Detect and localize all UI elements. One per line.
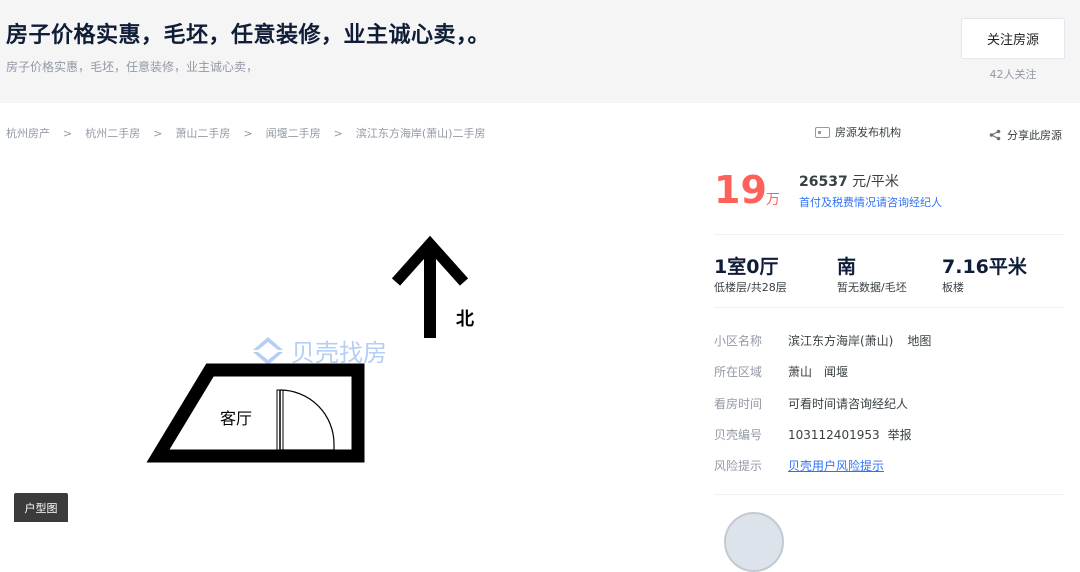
breadcrumb: 杭州房产 > 杭州二手房 > 萧山二手房 > 闻堰二手房 > 滨江东方海岸(萧山)二手房 (6, 125, 485, 141)
floorplan-tag[interactable]: 户型图 (14, 493, 68, 522)
divider (714, 494, 1064, 495)
divider (714, 234, 1064, 235)
door-icon (276, 389, 335, 451)
floorplan-drawing: 北 贝壳找房 客厅 (146, 235, 474, 463)
room-outline (146, 363, 365, 463)
breadcrumb-separator: > (333, 127, 343, 140)
id-card-icon (815, 126, 830, 138)
risk-notice-link[interactable]: 贝壳用户风险提示 (788, 457, 884, 474)
north-label: 北 (456, 309, 474, 330)
total-price-unit: 万 (766, 192, 780, 208)
divider (714, 307, 1064, 308)
share-button[interactable]: 分享此房源 (989, 127, 1062, 143)
visit-time-label: 看房时间 (714, 397, 763, 411)
tax-consult-link[interactable]: 首付及税费情况请咨询经纪人 (799, 194, 942, 210)
district-xiaoshan-link[interactable]: 萧山 (788, 365, 812, 379)
district-label: 所在区域 (714, 365, 763, 379)
breadcrumb-hangzhou-house[interactable]: 杭州房产 (6, 127, 50, 140)
room-layout: 1室0厅 (714, 256, 779, 278)
page-subtitle: 房子价格实惠，毛坯，任意装修，业主诚心卖， (6, 60, 259, 74)
unit-price: 26537 元/平米 (799, 171, 899, 191)
building-type: 板楼 (942, 281, 964, 294)
page-title: 房子价格实惠，毛坯，任意装修，业主诚心卖，。 (6, 23, 491, 48)
breadcrumb-separator: > (243, 127, 253, 140)
district-row: 所在区域 萧山 闻堰 (714, 363, 848, 380)
agency-link[interactable]: 房源发布机构 (815, 124, 901, 140)
breadcrumb-hangzhou-secondhand[interactable]: 杭州二手房 (85, 127, 140, 140)
share-label: 分享此房源 (1007, 129, 1062, 142)
risk-row: 风险提示 贝壳用户风险提示 (714, 457, 884, 474)
unit-price-suffix: 元/平米 (847, 174, 899, 190)
report-link[interactable]: 举报 (888, 428, 912, 442)
follow-listing-button[interactable]: 关注房源 (961, 18, 1065, 59)
district-wenyan-link[interactable]: 闻堰 (824, 365, 848, 379)
area: 7.16平米 (942, 256, 1027, 278)
map-link[interactable]: 地图 (907, 334, 931, 348)
listing-id-value: 103112401953 (788, 428, 880, 442)
community-label: 小区名称 (714, 334, 763, 348)
unit-price-value: 26537 (799, 174, 848, 190)
breadcrumb-separator: > (153, 127, 163, 140)
community-row: 小区名称 滨江东方海岸(萧山) 地图 (714, 332, 931, 349)
floorplan-image[interactable]: 北 贝壳找房 客厅 (0, 150, 700, 522)
follow-count: 42人关注 (989, 68, 1037, 81)
house-title-header: 房子价格实惠，毛坯，任意装修，业主诚心卖，。 房子价格实惠，毛坯，任意装修，业主… (0, 0, 1080, 103)
total-price: 19 (714, 168, 767, 212)
risk-label: 风险提示 (714, 459, 763, 473)
room-label: 客厅 (220, 409, 252, 428)
visit-time-value: 可看时间请咨询经纪人 (788, 397, 909, 411)
listing-id-label: 贝壳编号 (714, 428, 763, 442)
decoration-info: 暂无数据/毛坯 (837, 281, 907, 294)
floor-info: 低楼层/共28层 (714, 281, 787, 294)
watermark-text: 贝壳找房 (291, 339, 387, 367)
visit-time-row: 看房时间 可看时间请咨询经纪人 (714, 395, 908, 412)
breadcrumb-wenyan-secondhand[interactable]: 闻堰二手房 (266, 127, 321, 140)
agent-avatar[interactable] (724, 512, 784, 572)
breadcrumb-xiaoshan-secondhand[interactable]: 萧山二手房 (175, 127, 230, 140)
north-arrow-icon (391, 235, 469, 338)
breadcrumb-separator: > (63, 127, 73, 140)
share-icon (989, 129, 1001, 141)
agency-label: 房源发布机构 (835, 126, 901, 139)
listing-id-row: 贝壳编号 103112401953 举报 (714, 426, 912, 443)
orientation: 南 (837, 256, 857, 278)
community-link[interactable]: 滨江东方海岸(萧山) (788, 334, 893, 348)
beike-watermark: 贝壳找房 (253, 337, 387, 367)
breadcrumb-community-secondhand[interactable]: 滨江东方海岸(萧山)二手房 (356, 127, 486, 140)
